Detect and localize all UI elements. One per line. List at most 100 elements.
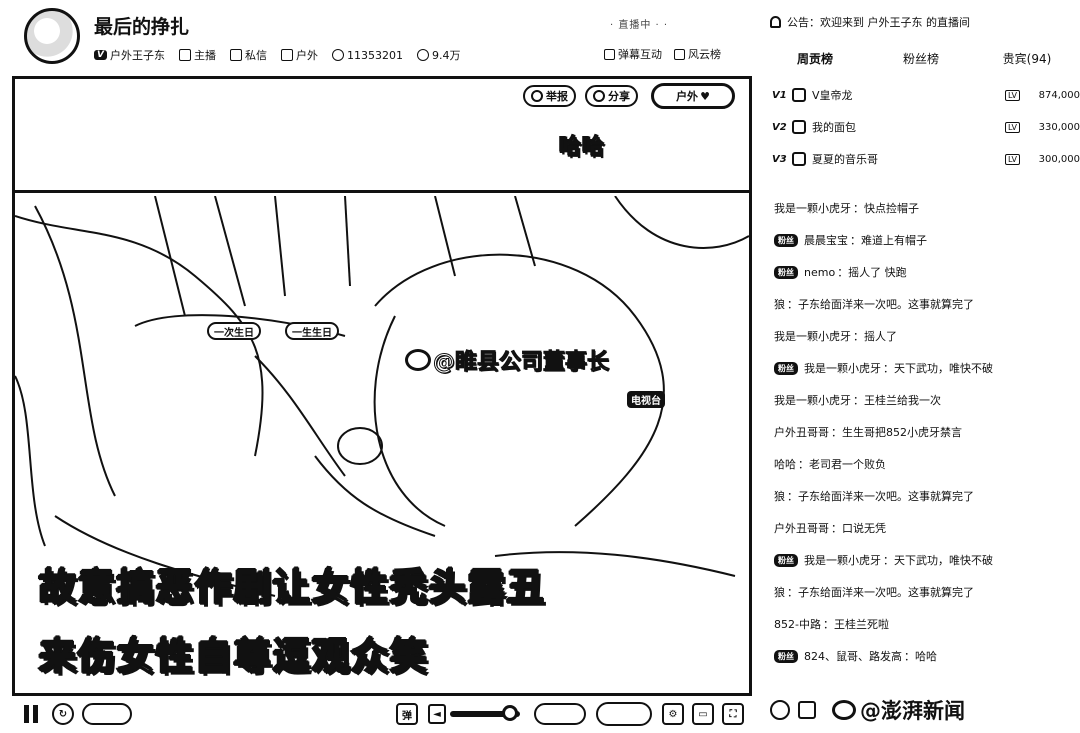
- video-player[interactable]: 举报 分享 户外 ♥ 哈哈 一次生日 一生生日 @睢县公司董事长 电视台 故意搞…: [12, 76, 752, 696]
- anchor-avatar[interactable]: [24, 8, 80, 64]
- share-button[interactable]: 分享: [585, 85, 638, 107]
- chat-text: ：王桂兰给我一次: [853, 394, 941, 407]
- viewer-count-item: 9.4万: [416, 47, 461, 63]
- quality-selector[interactable]: [534, 703, 586, 725]
- chat-user-name[interactable]: nemo: [804, 266, 835, 279]
- chat-message: 我是一颗小虎牙 ：王桂兰给我一次: [774, 384, 1080, 416]
- private-message-link[interactable]: 私信: [229, 47, 267, 63]
- ranking-row[interactable]: V3 夏夏的音乐哥 LV 300,000: [772, 148, 1080, 170]
- gift-icon[interactable]: [798, 701, 816, 719]
- danmu-toggle-button[interactable]: 弹: [396, 703, 418, 725]
- danmu-interaction-label: 弹幕互动: [618, 48, 662, 61]
- rank-score: 300,000: [1038, 153, 1080, 165]
- emoji-icon[interactable]: [770, 700, 790, 720]
- announcement-text: 公告：欢迎来到 户外王子东 的直播间: [787, 16, 970, 29]
- chat-user-name[interactable]: 824、鼠哥、路发高: [804, 648, 902, 664]
- viewer-count: 9.4万: [431, 49, 461, 62]
- tab-weekly[interactable]: 周贡榜: [762, 50, 868, 67]
- anchor-name-item[interactable]: V 户外王子东: [94, 47, 165, 63]
- time-display: [82, 703, 132, 725]
- id-icon: [331, 49, 344, 61]
- chat-message: 852-中路 ：王桂兰死啦: [774, 608, 1080, 640]
- chat-list[interactable]: 我是一颗小虎牙 ：快点捡帽子 粉丝 晨晨宝宝 ：难道上有帽子 粉丝 nemo ：摇人了 快跑狼…: [774, 192, 1080, 672]
- fan-badge: 粉丝: [774, 361, 798, 375]
- theater-mode-button[interactable]: ▭: [692, 703, 714, 725]
- fan-badge: 粉丝: [774, 553, 798, 567]
- chat-footer: @澎湃新闻: [770, 696, 1080, 724]
- category-button[interactable]: 户外 ♥: [651, 83, 735, 109]
- chat-user-name[interactable]: 我是一颗小虎牙: [774, 200, 851, 216]
- chat-text: ：王桂兰死啦: [822, 618, 889, 631]
- chat-message: 粉丝 我是一颗小虎牙 ：天下武功，唯快不破: [774, 352, 1080, 384]
- chat-message: 户外丑哥哥 ：生生哥把852小虎牙禁言: [774, 416, 1080, 448]
- anchor-name: 户外王子东: [109, 49, 165, 62]
- chat-message: 户外丑哥哥 ：口说无凭: [774, 512, 1080, 544]
- chat-user-name[interactable]: 我是一颗小虎牙: [804, 552, 881, 568]
- trophy-icon: [674, 48, 685, 60]
- chat-user-name[interactable]: 我是一颗小虎牙: [774, 328, 851, 344]
- chat-text: ：天下武功，唯快不破: [883, 554, 993, 567]
- chat-user-name[interactable]: 哈哈: [774, 456, 796, 472]
- chat-user-name[interactable]: 852-中路: [774, 616, 821, 632]
- chat-text: ：摇人了 快跑: [837, 266, 907, 279]
- chat-user-name[interactable]: 户外丑哥哥: [774, 520, 829, 536]
- chat-text: ：口说无凭: [831, 522, 886, 535]
- chat-message: 狼：子东给面洋来一次吧。这事就算完了: [774, 576, 1080, 608]
- danmu-haha: 哈哈: [558, 135, 606, 161]
- tab-fans[interactable]: 粉丝榜: [868, 50, 974, 67]
- player-controls: ↻ 弹 ◄ ⚙ ▭ ⛶: [12, 698, 752, 730]
- ranking-row[interactable]: V1 V皇帝龙 LV 874,000: [772, 84, 1080, 106]
- pause-button[interactable]: [22, 704, 40, 724]
- chat-user-name[interactable]: 我是一颗小虎牙: [804, 360, 881, 376]
- volume-slider[interactable]: [450, 705, 520, 721]
- fullscreen-button[interactable]: ⛶: [722, 703, 744, 725]
- anchor-home-link[interactable]: 主播: [178, 47, 216, 63]
- chat-text: ：难道上有帽子: [850, 234, 927, 247]
- chat-text: ：哈哈: [904, 650, 937, 663]
- settings-button[interactable]: ⚙: [662, 703, 684, 725]
- chat-text: ：老司君一个败负: [798, 458, 886, 471]
- vip-badge: V: [94, 50, 107, 60]
- chat-user-name[interactable]: 狼: [774, 584, 785, 600]
- subtitle-line-1: 故意搞恶作剧让女性秃头露丑: [38, 565, 546, 610]
- room-title: 最后的挣扎: [94, 16, 190, 38]
- chat-text: ：摇人了: [853, 330, 897, 343]
- chat-user-name[interactable]: 我是一颗小虎牙: [774, 392, 851, 408]
- chat-user-name[interactable]: 狼: [774, 296, 785, 312]
- volume-slider-knob[interactable]: [501, 705, 518, 721]
- tab-vip[interactable]: 贵宾(94): [974, 50, 1080, 67]
- ranking-row[interactable]: V2 我的面包 LV 330,000: [772, 116, 1080, 138]
- fan-badge: 粉丝: [774, 649, 798, 663]
- chat-text: ：子东给面洋来一次吧。这事就算完了: [787, 298, 974, 311]
- chat-message: 粉丝 晨晨宝宝 ：难道上有帽子: [774, 224, 1080, 256]
- chat-message: 狼：子东给面洋来一次吧。这事就算完了: [774, 480, 1080, 512]
- weibo-icon: [405, 349, 431, 371]
- danmu-interaction-link[interactable]: 弹幕互动: [604, 46, 662, 62]
- anchor-info-row: V 户外王子东 主播 私信 户外 11353201 9.4万: [94, 46, 474, 64]
- refresh-button[interactable]: ↻: [52, 703, 74, 725]
- bell-icon: [770, 16, 781, 28]
- pause-icon: [24, 705, 29, 723]
- speed-selector[interactable]: [596, 702, 652, 726]
- ranking-board-label: 风云榜: [688, 48, 721, 61]
- category-label: 户外: [295, 49, 318, 62]
- tv-badge: 电视台: [627, 391, 665, 408]
- report-button[interactable]: 举报: [523, 85, 576, 107]
- rank-user-name: 夏夏的音乐哥: [812, 153, 878, 166]
- level-badge: LV: [1004, 153, 1020, 165]
- rank-medal: V1: [772, 89, 787, 101]
- viewer-icon: [416, 49, 429, 61]
- chat-user-name[interactable]: 户外丑哥哥: [774, 424, 829, 440]
- chat-user-name[interactable]: 晨晨宝宝: [804, 232, 848, 248]
- volume-button[interactable]: ◄: [428, 704, 446, 724]
- chat-user-name[interactable]: 狼: [774, 488, 785, 504]
- category-link[interactable]: 户外: [280, 47, 318, 63]
- rank-medal: V3: [772, 153, 787, 165]
- category-icon: [280, 49, 293, 61]
- fan-badge: 粉丝: [774, 265, 798, 279]
- level-badge: LV: [1004, 89, 1020, 101]
- chat-text: ：子东给面洋来一次吧。这事就算完了: [787, 586, 974, 599]
- name-tag: 一次生日: [207, 322, 261, 340]
- ranking-board-link[interactable]: 风云榜: [674, 46, 721, 62]
- chat-message: 狼：子东给面洋来一次吧。这事就算完了: [774, 288, 1080, 320]
